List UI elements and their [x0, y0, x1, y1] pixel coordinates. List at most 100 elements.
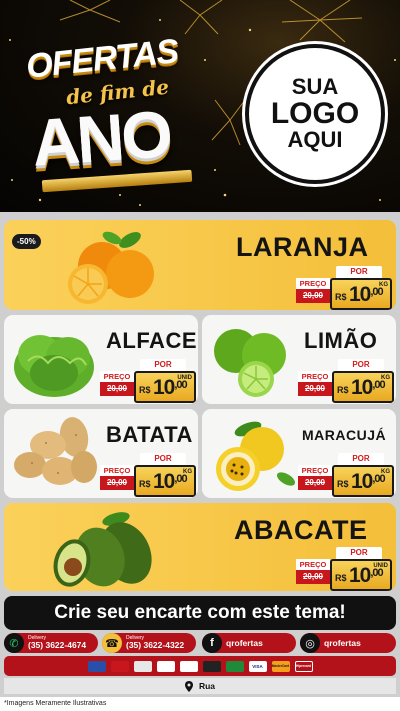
- currency: R$: [139, 385, 151, 395]
- new-price: 10,00: [351, 376, 386, 399]
- card-icon: [225, 660, 244, 672]
- logo-text-1: SUA: [291, 74, 339, 100]
- currency: R$: [335, 292, 347, 302]
- potato-icon: [14, 417, 97, 485]
- currency: R$: [335, 573, 347, 583]
- card-icon: [179, 660, 198, 672]
- preco-label: PREÇO: [296, 278, 330, 289]
- facebook-icon: f: [202, 633, 222, 653]
- preco-label: PREÇO: [298, 465, 332, 476]
- unit-label: UNID: [177, 375, 192, 381]
- phone-icon: ☎: [102, 633, 122, 653]
- card-icon: [133, 660, 152, 672]
- contact-whatsapp[interactable]: ✆ Delivery (35) 3622-4674: [4, 633, 98, 653]
- contact-handle: qrofertas: [226, 637, 263, 648]
- product-name: MARACUJÁ: [302, 427, 387, 443]
- por-label: POR: [338, 453, 384, 465]
- logo-text-3: AQUI: [287, 127, 343, 153]
- disclaimer: *Imagens Meramente Ilustrativas: [0, 697, 400, 711]
- contact-phone-2[interactable]: ☎ Delivery (35) 3622-4322: [102, 633, 196, 653]
- location-pin-icon: [184, 680, 193, 692]
- price-tag: POR PREÇO 20,00 R$ 10,00 KG: [296, 266, 392, 310]
- visa-icon: VISA: [248, 660, 267, 672]
- discount-badge: -50%: [12, 234, 41, 249]
- new-price-box: R$ 10,00 KG: [332, 465, 394, 497]
- unit-label: KG: [381, 375, 390, 381]
- product-name: ABACATE: [234, 515, 368, 545]
- preco-label: PREÇO: [298, 371, 332, 382]
- new-price-box: R$ 10,00 UNID: [330, 559, 392, 591]
- whatsapp-icon: ✆: [4, 633, 24, 653]
- hipercard-icon: Hipercard: [294, 660, 313, 672]
- logo-placeholder: SUA LOGO AQUI: [245, 44, 385, 184]
- por-label: POR: [336, 547, 382, 559]
- price-tag: POR PREÇO 20,00 R$ 10,00 UNID: [100, 359, 196, 403]
- currency: R$: [337, 479, 349, 489]
- offers-title: OFERTAS de fim de ANO: [22, 30, 207, 195]
- new-price: 10,00: [349, 283, 384, 306]
- contact-facebook[interactable]: f qrofertas: [202, 633, 296, 653]
- preco-label: PREÇO: [296, 559, 330, 570]
- cta-banner[interactable]: Crie seu encarte com este tema!: [4, 596, 396, 630]
- preco-label: PREÇO: [100, 465, 134, 476]
- product-card-abacate: ABACATE POR PREÇO 20,00 R$ 10,00 UNID: [4, 503, 396, 591]
- currency: R$: [139, 479, 151, 489]
- unit-label: KG: [379, 282, 388, 288]
- card-icon: [156, 660, 175, 672]
- address-text: Rua: [198, 681, 216, 691]
- logo-text-2: LOGO: [270, 96, 360, 130]
- header-banner: OFERTAS de fim de ANO SUA LOGO AQUI: [0, 0, 400, 212]
- card-icon: [87, 660, 106, 672]
- old-price: 20,00: [296, 570, 330, 584]
- product-name: ALFACE: [106, 328, 197, 353]
- price-tag: POR PREÇO 20,00 R$ 10,00 KG: [298, 359, 394, 403]
- new-price-box: R$ 10,00 KG: [332, 371, 394, 403]
- address-bar: Rua: [4, 678, 396, 694]
- old-price: 20,00: [100, 476, 134, 490]
- contact-handle: qrofertas: [324, 637, 361, 648]
- por-label: POR: [336, 266, 382, 278]
- card-icon: [110, 660, 129, 672]
- unit-label: UNID: [373, 563, 388, 569]
- product-card-laranja: -50% LARANJA POR PREÇO 20,00 R$ 10,00 KG: [4, 220, 396, 310]
- price-tag: POR PREÇO 20,00 R$ 10,00 KG: [100, 453, 196, 497]
- old-price: 20,00: [298, 382, 332, 396]
- new-price-box: R$ 10,00 UNID: [134, 371, 196, 403]
- new-price: 10,00: [153, 470, 188, 493]
- por-label: POR: [140, 359, 186, 371]
- unit-label: KG: [183, 469, 192, 475]
- price-tag: POR PREÇO 20,00 R$ 10,00 KG: [298, 453, 394, 497]
- por-label: POR: [140, 453, 186, 465]
- old-price: 20,00: [100, 382, 134, 396]
- currency: R$: [337, 385, 349, 395]
- contact-phone: (35) 3622-4674: [28, 640, 87, 651]
- mastercard-icon: MasterCard: [271, 660, 290, 672]
- product-card-alface: ALFACE POR PREÇO 20,00 R$ 10,00 UNID: [4, 315, 198, 404]
- product-name: BATATA: [106, 422, 193, 447]
- lime-icon: [214, 329, 286, 397]
- old-price: 20,00: [298, 476, 332, 490]
- price-tag: POR PREÇO 20,00 R$ 10,00 UNID: [296, 547, 392, 591]
- product-name: LIMÃO: [304, 328, 378, 353]
- instagram-icon: ◎: [300, 633, 320, 653]
- payment-methods: VISA MasterCard Hipercard: [4, 656, 396, 676]
- new-price-box: R$ 10,00 KG: [134, 465, 196, 497]
- contact-phone: (35) 3622-4322: [126, 640, 185, 651]
- product-card-maracuja: MARACUJÁ POR PREÇO 20,00 R$ 10,00 KG: [202, 409, 396, 498]
- contact-instagram[interactable]: ◎ qrofertas: [300, 633, 396, 653]
- lettuce-icon: [14, 335, 94, 397]
- orange-icon: [68, 231, 154, 304]
- product-card-limao: LIMÃO POR PREÇO 20,00 R$ 10,00 KG: [202, 315, 396, 404]
- avocado-icon: [53, 512, 152, 587]
- new-price: 10,00: [351, 470, 386, 493]
- card-icon: [202, 660, 221, 672]
- old-price: 20,00: [296, 289, 330, 303]
- title-ano: ANO: [29, 96, 173, 180]
- product-name: LARANJA: [236, 232, 369, 262]
- por-label: POR: [338, 359, 384, 371]
- new-price-box: R$ 10,00 KG: [330, 278, 392, 310]
- passion-fruit-icon: [216, 421, 296, 491]
- preco-label: PREÇO: [100, 371, 134, 382]
- unit-label: KG: [381, 469, 390, 475]
- product-card-batata: BATATA POR PREÇO 20,00 R$ 10,00 KG: [4, 409, 198, 498]
